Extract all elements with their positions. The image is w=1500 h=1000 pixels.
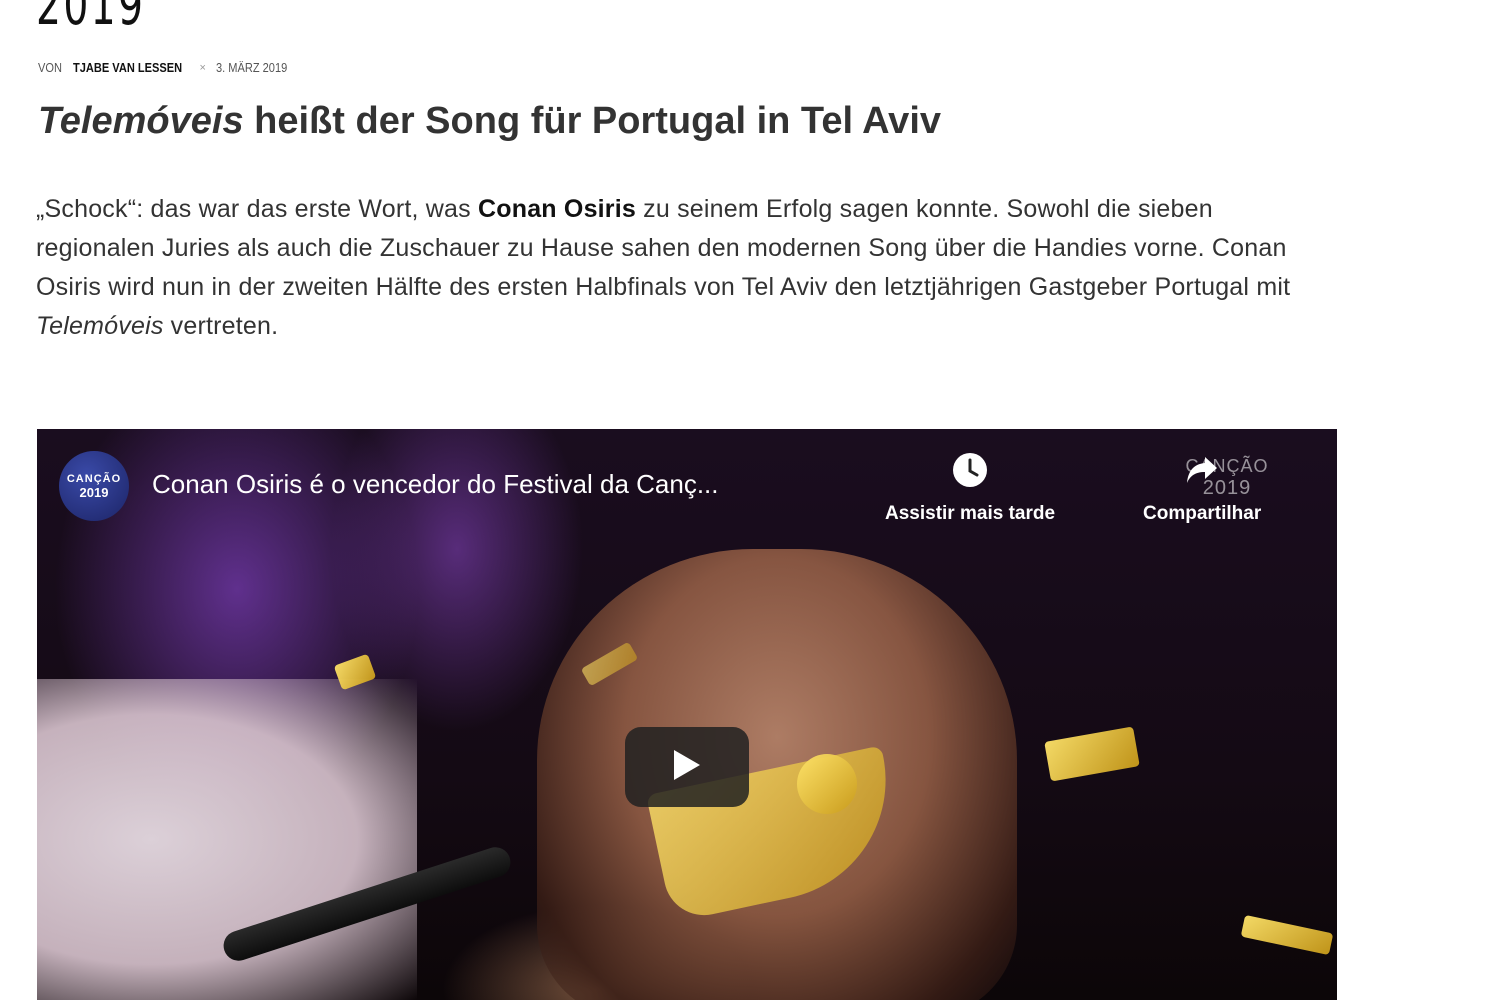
paragraph-part-1: „Schock“: das war das erste Wort, was (36, 195, 478, 223)
play-icon (672, 748, 702, 787)
channel-avatar[interactable]: CANÇÃO 2019 (59, 451, 129, 521)
channel-avatar-text-1: CANÇÃO (66, 472, 122, 485)
article-paragraph: „Schock“: das war das erste Wort, was Co… (36, 190, 1316, 346)
author-link[interactable]: TJABE VAN LESSEN (73, 60, 182, 75)
article-page: 2019 VON TJABE VAN LESSEN × 3. MÄRZ 2019… (0, 0, 1500, 1000)
youtube-video-embed[interactable]: CANÇÃO 2019 Conan Osiris é o vencedor do… (37, 429, 1337, 1000)
subtitle-song-title: Telemóveis (38, 100, 244, 142)
video-frame-confetti (1240, 914, 1334, 956)
byline-prefix: VON (38, 60, 62, 75)
video-title-link[interactable]: Conan Osiris é o vencedor do Festival da… (152, 469, 719, 500)
watch-later-label: Assistir mais tarde (885, 503, 1056, 524)
publish-date: 3. MÄRZ 2019 (215, 60, 288, 75)
video-frame-mask-disc (797, 754, 857, 814)
channel-avatar-text-2: 2019 (79, 484, 109, 500)
video-frame-confetti (1044, 726, 1140, 782)
watch-later-button[interactable]: Assistir mais tarde (885, 451, 1055, 525)
share-label: Compartilhar (1143, 503, 1262, 524)
byline-separator: × (199, 61, 206, 74)
article-title: 2019 (36, 0, 146, 38)
byline: VON TJABE VAN LESSEN × 3. MÄRZ 2019 (38, 60, 300, 75)
clock-icon (951, 451, 989, 489)
subtitle-rest: heißt der Song für Portugal in Tel Aviv (243, 100, 942, 142)
article-subtitle: Telemóveis heißt der Song für Portugal i… (38, 100, 941, 143)
paragraph-song-title: Telemóveis (36, 312, 164, 340)
share-button[interactable]: Compartilhar (1143, 451, 1261, 525)
artist-name: Conan Osiris (478, 195, 636, 223)
play-button[interactable] (625, 727, 749, 807)
share-arrow-icon (1183, 451, 1221, 489)
paragraph-part-3: vertreten. (163, 312, 279, 340)
